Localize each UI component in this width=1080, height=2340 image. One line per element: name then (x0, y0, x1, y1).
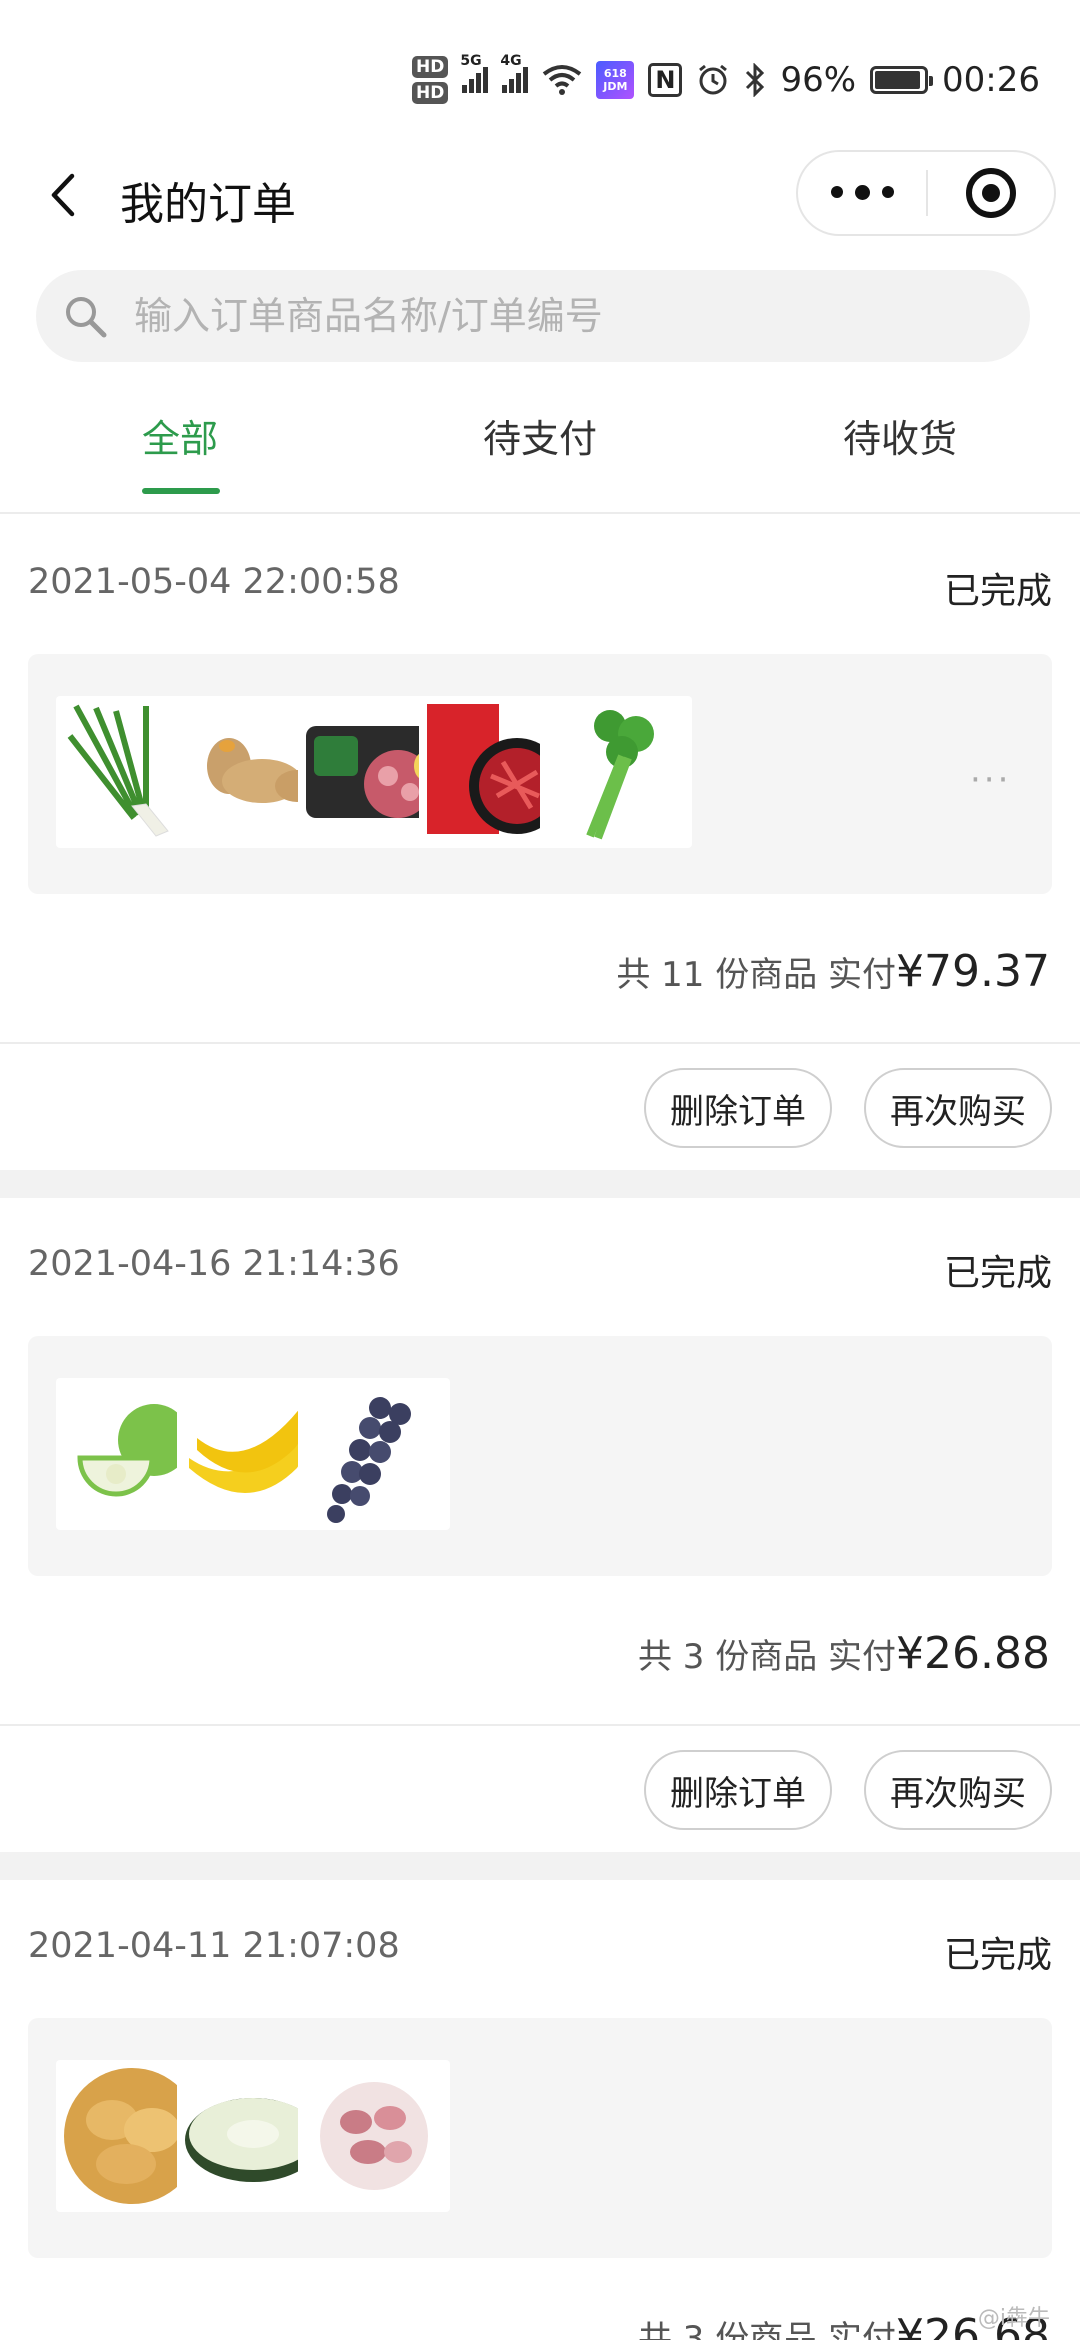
order-total: 共 3 份商品 实付¥26.88 (638, 1628, 1050, 1679)
search-bar[interactable] (36, 270, 1030, 362)
signal-5g-icon: 5G (460, 53, 489, 93)
product-image-chicken-pieces (298, 2060, 450, 2212)
status-icons: HD HD 5G 4G 618 JDM N 96% 00:26 (412, 53, 1040, 104)
target-icon (966, 168, 1016, 218)
order-separator (0, 1170, 1080, 1198)
order-header: 2021-04-16 21:14:36 已完成 (0, 1198, 1080, 1336)
order-actions: 删除订单 再次购买 (0, 1044, 1080, 1170)
order-total: 共 11 份商品 实付¥79.37 (616, 946, 1050, 997)
delete-order-button[interactable]: 删除订单 (644, 1750, 832, 1830)
order-actions: 删除订单 再次购买 (0, 1726, 1080, 1852)
page-title: 我的订单 (120, 179, 296, 230)
item-count-label: 共 3 份商品 实付 (637, 2319, 897, 2340)
hd-icon: HD (412, 56, 449, 78)
order-time: 2021-04-11 21:07:08 (28, 1926, 400, 1966)
order-card[interactable]: 2021-04-16 21:14:36 已完成 共 3 份商品 实付¥26.88… (0, 1198, 1080, 1852)
buy-again-button[interactable]: 再次购买 (864, 1750, 1052, 1830)
order-header: 2021-04-11 21:07:08 已完成 (0, 1880, 1080, 2018)
order-header: 2021-05-04 22:00:58 已完成 (0, 516, 1080, 654)
goods-thumbnails[interactable] (28, 2018, 1052, 2258)
status-bar: HD HD 5G 4G 618 JDM N 96% 00:26 (0, 0, 1080, 140)
order-list: 2021-05-04 22:00:58 已完成 ··· 共 11 份商品 实付¥… (0, 516, 1080, 2340)
battery-icon (870, 66, 934, 94)
order-separator (0, 1852, 1080, 1880)
back-arrow-icon[interactable] (40, 170, 90, 220)
paid-amount: ¥26.88 (896, 1628, 1050, 1679)
search-icon (66, 297, 107, 338)
order-card[interactable]: 2021-04-11 21:07:08 已完成 共 3 份商品 实付¥26.68 (0, 1880, 1080, 2340)
product-image-celery (540, 696, 692, 848)
bluetooth-icon (746, 63, 765, 97)
order-summary: 共 3 份商品 实付¥26.88 (0, 1576, 1080, 1726)
hd-icons: HD HD (412, 56, 449, 104)
paid-amount: ¥79.37 (896, 946, 1050, 997)
signal-4g-icon: 4G (500, 53, 529, 93)
order-status: 已完成 (943, 1253, 1052, 1294)
more-items-indicator: ··· (970, 760, 1012, 800)
close-miniprogram-button[interactable] (928, 168, 1054, 218)
tab-pending-payment[interactable]: 待支付 (420, 408, 660, 463)
battery-percent: 96% (780, 60, 857, 100)
buy-again-button[interactable]: 再次购买 (864, 1068, 1052, 1148)
order-summary: 共 3 份商品 实付¥26.68 (0, 2258, 1080, 2340)
item-count-label: 共 11 份商品 实付 (616, 955, 897, 995)
order-time: 2021-05-04 22:00:58 (28, 562, 400, 602)
order-card[interactable]: 2021-05-04 22:00:58 已完成 ··· 共 11 份商品 实付¥… (0, 516, 1080, 1170)
goods-thumbnails[interactable] (28, 1336, 1052, 1576)
order-status: 已完成 (943, 571, 1052, 612)
order-status: 已完成 (943, 1935, 1052, 1976)
miniprogram-capsule (796, 150, 1056, 236)
nfc-icon: N (648, 63, 683, 97)
order-time: 2021-04-16 21:14:36 (28, 1244, 400, 1284)
item-count-label: 共 3 份商品 实付 (637, 1637, 897, 1677)
app-badge-icon: 618 JDM (596, 61, 635, 99)
order-summary: 共 11 份商品 实付¥79.37 (0, 894, 1080, 1044)
wifi-icon (543, 65, 582, 95)
order-tabs: 全部 待支付 待收货 (0, 390, 1080, 514)
navigation-bar: 我的订单 (0, 140, 1080, 250)
alarm-icon (699, 64, 728, 95)
clock: 00:26 (942, 60, 1040, 100)
watermark: @i犇牛 (977, 2306, 1050, 2331)
delete-order-button[interactable]: 删除订单 (644, 1068, 832, 1148)
tab-pending-receipt[interactable]: 待收货 (780, 408, 1020, 463)
active-tab-indicator (142, 488, 220, 494)
hd-icon: HD (412, 82, 449, 104)
tab-all[interactable]: 全部 (60, 408, 300, 463)
more-options-icon[interactable] (798, 185, 926, 200)
goods-thumbnails[interactable]: ··· (28, 654, 1052, 894)
search-input[interactable] (134, 294, 994, 338)
product-image-grapes (298, 1378, 450, 1530)
